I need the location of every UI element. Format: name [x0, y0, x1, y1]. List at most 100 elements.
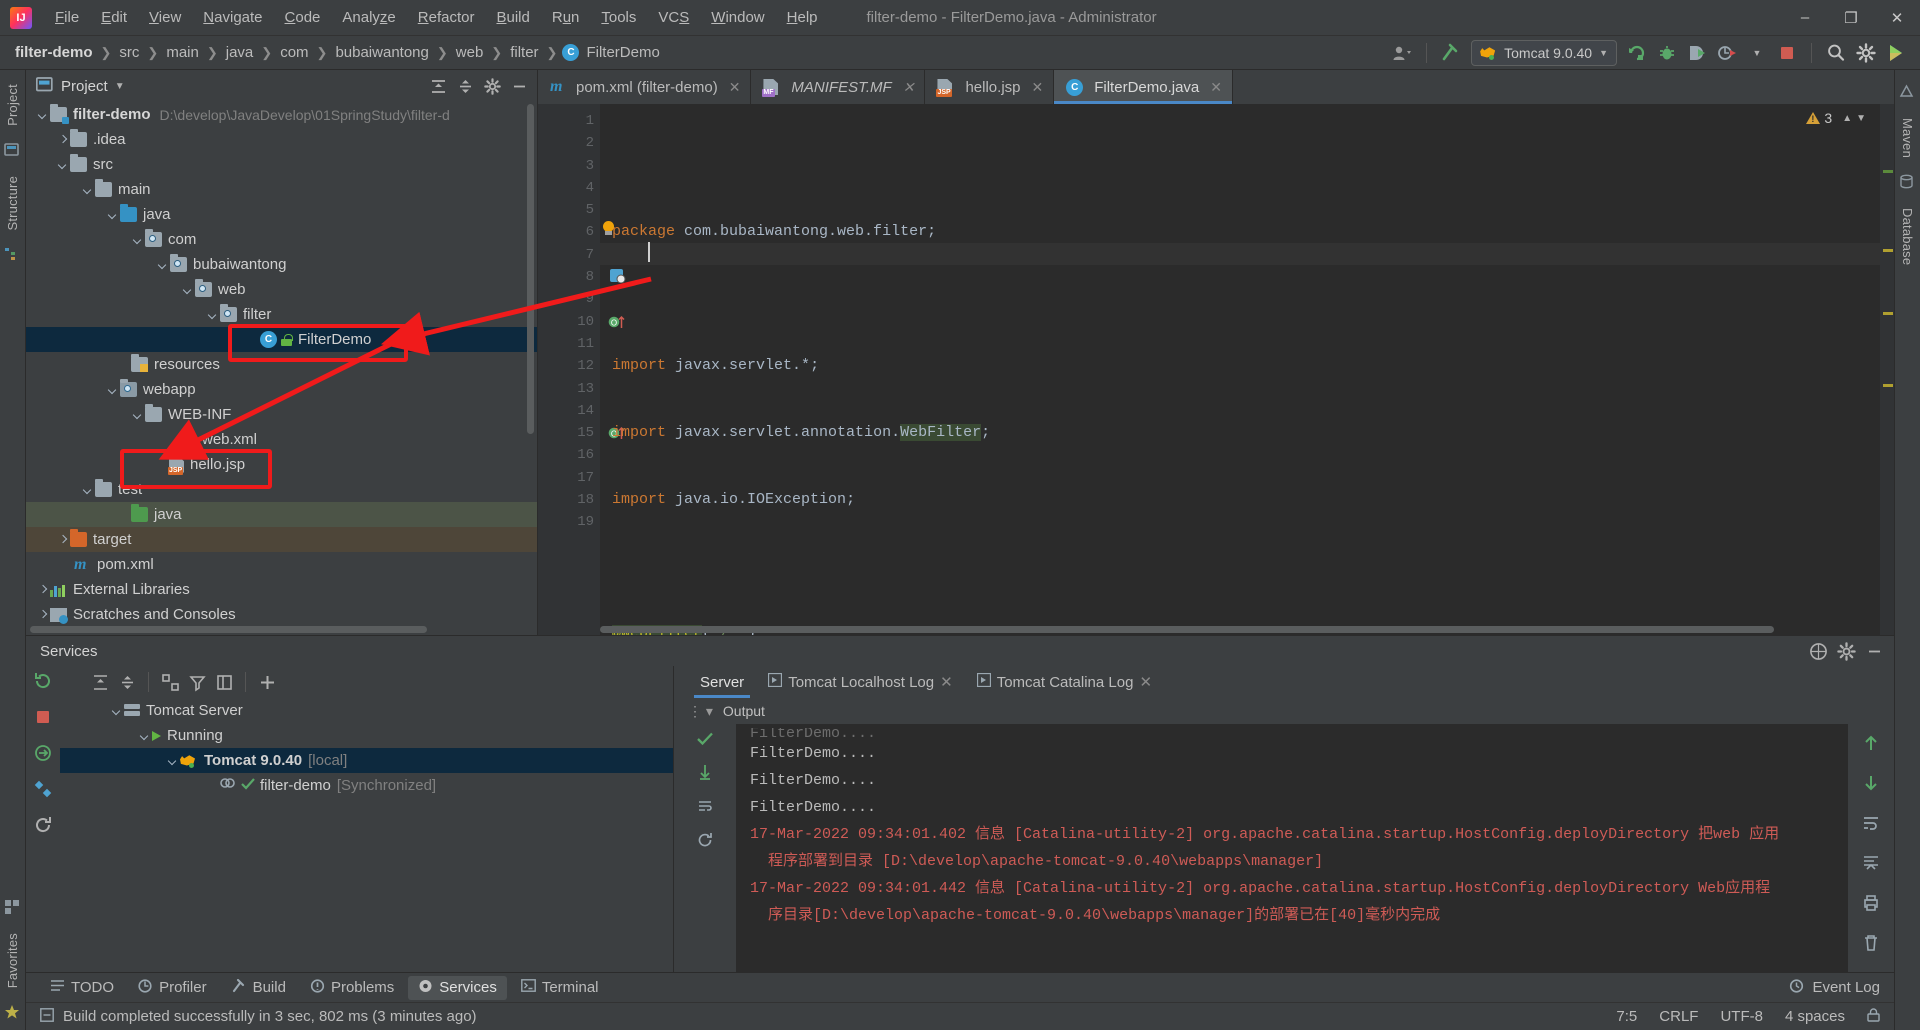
tree-item-test[interactable]: test [26, 477, 537, 502]
menu-item-window[interactable]: Window [700, 5, 775, 30]
stop-icon[interactable] [1773, 40, 1801, 66]
editor-marker-bar[interactable] [1880, 104, 1894, 635]
log-tabs[interactable]: Server Tomcat Localhost Log ✕ Tomcat Cat… [674, 666, 1894, 698]
tree-item-filter[interactable]: filter [26, 302, 537, 327]
tool-button-problems[interactable]: Problems [300, 976, 404, 1000]
rerun-icon[interactable] [34, 672, 52, 694]
deploy-icon[interactable] [34, 744, 52, 766]
hide-panel-icon[interactable] [1862, 640, 1886, 662]
code-folding-markers[interactable] [600, 104, 604, 624]
chevron-down-icon[interactable] [36, 108, 50, 122]
menu-item-code[interactable]: Code [274, 5, 332, 30]
services-side-actions[interactable] [26, 666, 60, 972]
services-item-running[interactable]: Running [60, 723, 673, 748]
breadcrumb-item-5[interactable]: bubaiwantong [332, 42, 431, 63]
tool-button-todo[interactable]: TODO [40, 976, 124, 999]
tree-item-pom-xml[interactable]: m pom.xml [26, 552, 537, 577]
tool-window-bar[interactable]: TODO Profiler Build Problems Services Te… [26, 972, 1894, 1002]
main-menu[interactable]: FFileile Edit View Navigate Code Analyze… [44, 5, 829, 30]
chevron-down-icon[interactable] [56, 158, 70, 172]
updates-icon[interactable] [1882, 40, 1910, 66]
tree-item-test-java[interactable]: java [26, 502, 537, 527]
breadcrumb[interactable]: filter-demo ❯ src ❯ main ❯ java ❯ com ❯ … [12, 42, 663, 63]
close-icon[interactable]: ✕ [1032, 79, 1044, 96]
filter-icon[interactable] [185, 671, 209, 693]
breadcrumb-item-0[interactable]: filter-demo [12, 42, 96, 63]
soft-wrap-icon[interactable] [697, 798, 713, 818]
inspection-status-widget[interactable]: 3 ▲ ▼ [1806, 110, 1866, 126]
close-icon[interactable]: ✕ [729, 79, 741, 96]
menu-item-view[interactable]: View [138, 5, 192, 30]
breadcrumb-item-6[interactable]: web [453, 42, 487, 63]
chevron-down-icon[interactable] [131, 233, 145, 247]
close-icon[interactable]: ✕ [1210, 79, 1222, 96]
close-icon[interactable]: ✕ [903, 79, 915, 96]
tree-item-web[interactable]: web [26, 277, 537, 302]
show-hide-icon[interactable] [212, 671, 236, 693]
minimize-button[interactable]: – [1782, 1, 1828, 35]
chevron-right-icon[interactable] [36, 583, 50, 597]
tree-item-java[interactable]: java [26, 202, 537, 227]
menu-item-edit[interactable]: Edit [90, 5, 138, 30]
settings-icon[interactable] [34, 780, 52, 802]
tree-item-com[interactable]: com [26, 227, 537, 252]
file-encoding[interactable]: UTF-8 [1720, 1008, 1763, 1025]
favorites-star-icon[interactable] [4, 899, 22, 917]
chevron-down-icon[interactable]: ▼ [1743, 40, 1771, 66]
run-configuration-selector[interactable]: Tomcat 9.0.40 ▼ [1471, 39, 1617, 66]
code-text-area[interactable]: package com.bubaiwantong.web.filter; imp… [600, 104, 1880, 635]
tool-button-services[interactable]: Services [408, 975, 507, 1000]
breadcrumb-item-7[interactable]: filter [507, 42, 541, 63]
sidebar-item-project[interactable]: Project [2, 76, 23, 134]
chevron-down-icon[interactable] [166, 754, 180, 768]
chevron-down-icon[interactable] [138, 729, 152, 743]
line-separator[interactable]: CRLF [1659, 1008, 1698, 1025]
chevron-down-icon[interactable] [106, 383, 120, 397]
settings-gear-icon[interactable] [480, 75, 504, 97]
menu-item-help[interactable]: Help [776, 5, 829, 30]
tree-item-src[interactable]: src [26, 152, 537, 177]
tree-item-filter-demo[interactable]: filter-demo D:\develop\JavaDevelop\01Spr… [26, 102, 537, 127]
chevron-down-icon[interactable] [106, 208, 120, 222]
breadcrumb-item-2[interactable]: main [163, 42, 202, 63]
tree-item-bubaiwantong[interactable]: bubaiwantong [26, 252, 537, 277]
chevron-down-icon[interactable] [110, 704, 124, 718]
scroll-down-icon[interactable] [1862, 774, 1880, 796]
tree-item-filterdemo[interactable]: C FilterDemo [26, 327, 537, 352]
sidebar-item-database[interactable]: Database [1897, 200, 1918, 273]
breadcrumb-item-class[interactable]: FilterDemo [583, 42, 662, 63]
print-icon[interactable] [1862, 894, 1880, 916]
chevron-right-icon[interactable] [56, 133, 70, 147]
close-button[interactable]: ✕ [1874, 1, 1920, 35]
chevron-up-icon[interactable]: ▲ [1842, 113, 1852, 124]
refresh-icon[interactable] [697, 832, 713, 852]
chevron-right-icon[interactable] [36, 608, 50, 622]
chevron-down-icon[interactable] [81, 483, 95, 497]
caret-position[interactable]: 7:5 [1616, 1008, 1637, 1025]
collapse-all-icon[interactable] [115, 671, 139, 693]
profiler-icon[interactable] [1713, 40, 1741, 66]
star-icon[interactable] [4, 1004, 22, 1022]
close-icon[interactable]: ✕ [1139, 673, 1152, 691]
indent-setting[interactable]: 4 spaces [1785, 1008, 1845, 1025]
hide-panel-icon[interactable] [507, 75, 531, 97]
event-log-button[interactable]: Event Log [1789, 978, 1894, 997]
project-tree-horizontal-scrollbar[interactable] [30, 626, 427, 633]
restart-icon[interactable] [34, 816, 52, 838]
help-icon[interactable] [1806, 640, 1830, 662]
menu-item-analyze[interactable]: Analyze [331, 5, 406, 30]
settings-gear-icon[interactable] [1852, 40, 1880, 66]
editor-horizontal-scrollbar[interactable] [600, 626, 1774, 633]
tree-item-target[interactable]: target [26, 527, 537, 552]
group-by-icon[interactable] [158, 671, 182, 693]
menu-item-build[interactable]: Build [485, 5, 540, 30]
chevron-right-icon[interactable] [56, 533, 70, 547]
close-icon[interactable]: ✕ [940, 673, 953, 691]
chevron-down-icon[interactable]: ▼ [115, 81, 125, 92]
services-item-tomcat-local[interactable]: Tomcat 9.0.40 [local] [60, 748, 673, 773]
tab-hello-jsp[interactable]: JSP hello.jsp ✕ [925, 70, 1055, 104]
console-output[interactable]: FilterDemo.... FilterDemo.... FilterDemo..… [674, 724, 1894, 972]
add-icon[interactable] [255, 671, 279, 693]
sidebar-item-maven[interactable]: Maven [1897, 110, 1918, 166]
editor-body[interactable]: 1 2 3 4 5 6 7 8 9 10 O 11 12 13 14 15 O … [538, 104, 1894, 635]
